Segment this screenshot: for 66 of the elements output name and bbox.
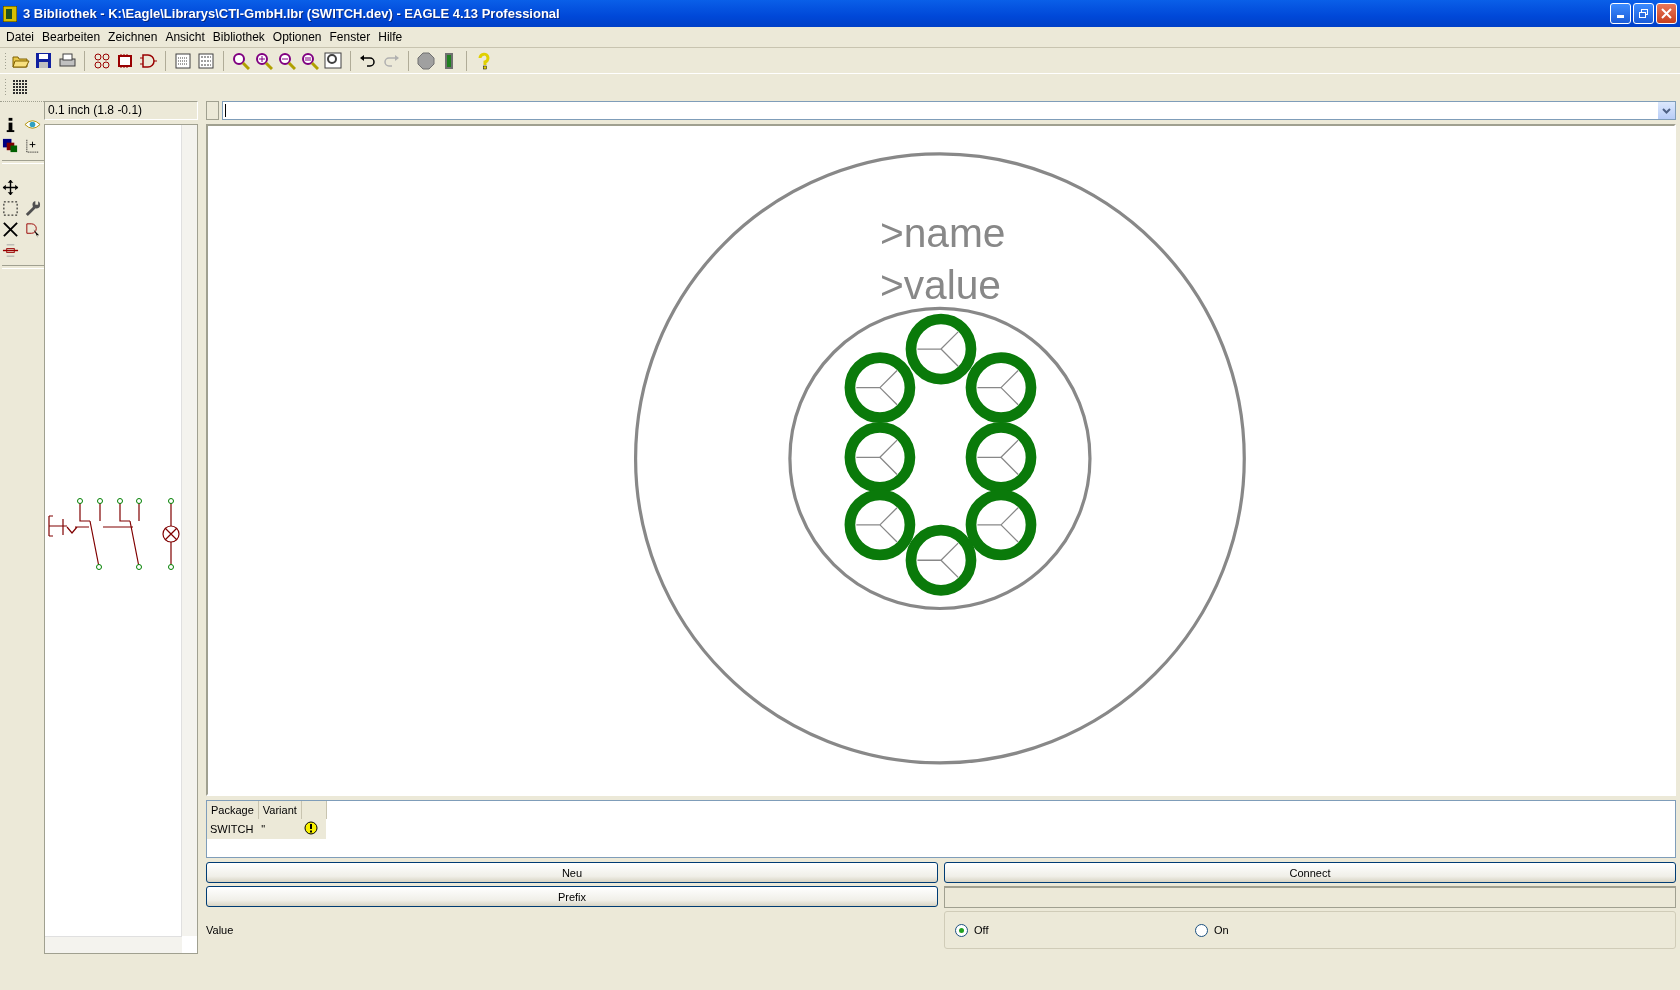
menu-item[interactable]: Datei (2, 30, 38, 44)
minimize-button[interactable] (1610, 3, 1631, 24)
stop-sign-icon[interactable] (417, 51, 435, 70)
pad-drawing (905, 313, 977, 385)
chip-icon[interactable] (116, 51, 134, 70)
radio-label[interactable]: Off (974, 924, 989, 936)
window-title: 3 Bibliothek - K:\Eagle\Librarys\CTI-GmbH.lbr (SWITCH.dev) - EAGLE 4.13 Professional (23, 6, 561, 21)
toggle-button[interactable] (206, 101, 219, 120)
prefix-button[interactable]: Prefix (206, 886, 938, 907)
menu-item[interactable]: Fenster (325, 30, 375, 44)
logic-gate-icon[interactable] (139, 51, 157, 70)
pad-drawing (965, 421, 1037, 493)
close-button[interactable] (1656, 3, 1677, 24)
warning-icon (304, 821, 319, 835)
move-icon[interactable] (2, 179, 19, 196)
radio-button[interactable] (1195, 923, 1208, 937)
menu-item[interactable]: Hilfe (374, 30, 407, 44)
origin-grid-icon[interactable] (24, 137, 41, 154)
zoom-select-icon[interactable] (324, 51, 342, 70)
script-icon[interactable] (174, 51, 192, 70)
table-cell: " (258, 819, 302, 839)
menu-item[interactable]: Bibliothek (208, 30, 269, 44)
restore-icon (1638, 8, 1649, 19)
pad-drawing (844, 352, 916, 423)
printer-icon[interactable] (58, 51, 76, 70)
wrench-icon[interactable] (24, 200, 41, 217)
name-label: >name (879, 210, 1006, 257)
pad-drawing (844, 489, 916, 561)
pad-drawing (965, 489, 1037, 561)
zoom-fit-icon[interactable] (232, 51, 250, 70)
zoom-in-icon[interactable] (255, 51, 273, 70)
zoom-out-icon[interactable] (278, 51, 296, 70)
grid-icon[interactable] (12, 78, 28, 95)
pad-drawing (965, 352, 1037, 423)
layers-icon[interactable] (2, 137, 19, 154)
grid-readout: 0.1 inch (1.8 -0.1) (44, 101, 198, 120)
radio-button[interactable] (955, 923, 968, 937)
restore-button[interactable] (1633, 3, 1654, 24)
pad-drawing (844, 421, 916, 493)
command-field[interactable] (222, 101, 1676, 120)
board-icon[interactable] (93, 51, 111, 70)
pad-drawing (905, 524, 977, 596)
connect-button[interactable]: Connect (944, 862, 1676, 883)
menu-item[interactable]: Bearbeiten (38, 30, 105, 44)
app-icon (3, 5, 17, 22)
prefix-field[interactable] (944, 886, 1676, 908)
value-label: Value (206, 924, 234, 936)
gate-cursor-icon[interactable] (24, 221, 41, 238)
menu-item[interactable]: Optionen (268, 30, 326, 44)
menu-item[interactable]: Ansicht (161, 30, 209, 44)
column-header[interactable]: Variant (258, 801, 302, 819)
table-cell: SWITCH (207, 819, 259, 839)
close-icon (1661, 8, 1672, 19)
value-label: >value (879, 261, 1001, 308)
radio-label[interactable]: On (1214, 924, 1229, 936)
program-icon[interactable] (197, 51, 215, 70)
resistor-icon[interactable] (2, 242, 19, 259)
new-button[interactable]: Neu (206, 862, 938, 883)
scrollbar[interactable] (45, 936, 182, 953)
menu-item[interactable]: Zeichnen (104, 30, 162, 44)
selection-rectangle-icon[interactable] (2, 200, 19, 217)
delete-icon[interactable] (2, 221, 19, 238)
column-header[interactable]: Package (207, 801, 259, 819)
drawing-canvas[interactable]: >name >value (206, 124, 1676, 796)
scrollbar[interactable] (181, 125, 197, 936)
zoom-redraw-icon[interactable] (301, 51, 319, 70)
